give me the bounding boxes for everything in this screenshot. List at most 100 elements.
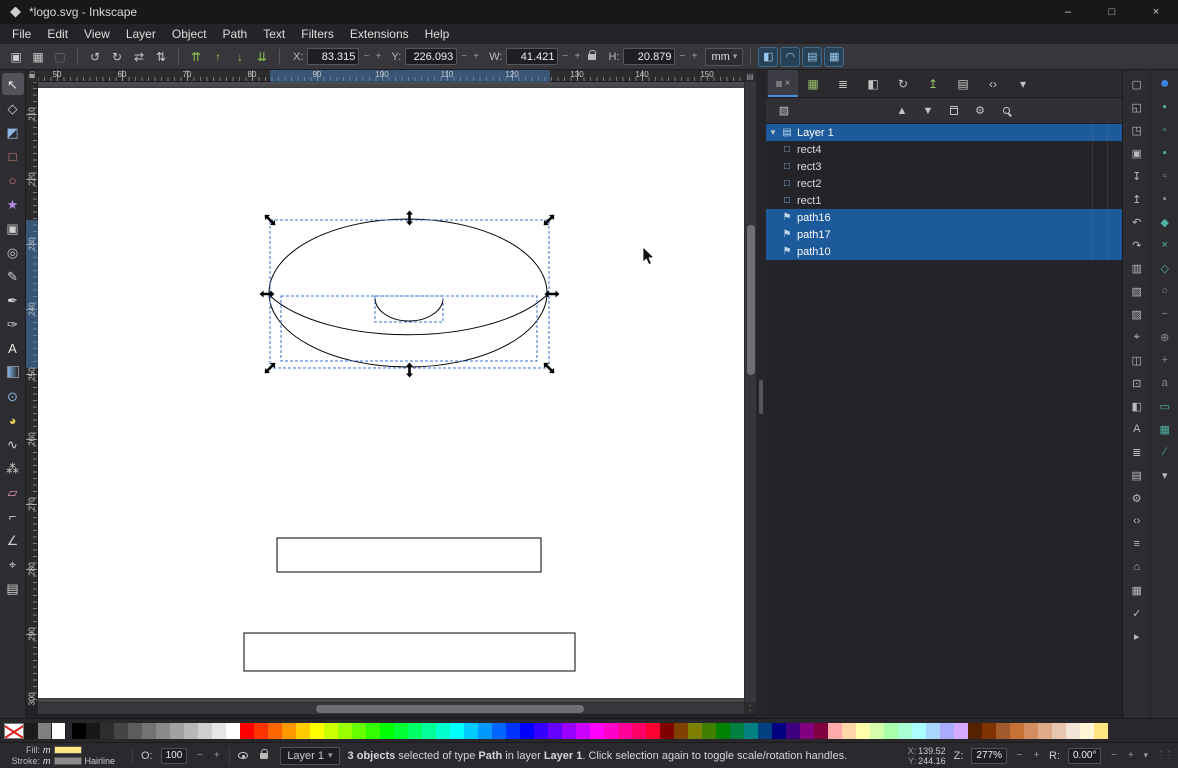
y-increment[interactable]: + bbox=[471, 51, 481, 62]
import[interactable]: ↧ bbox=[1127, 166, 1147, 186]
mouse-cursor[interactable] bbox=[642, 246, 655, 266]
object-bbox-0[interactable] bbox=[280, 295, 538, 362]
palette-color[interactable] bbox=[828, 722, 842, 739]
lock-cell[interactable] bbox=[1107, 226, 1122, 243]
canvas-viewport[interactable] bbox=[38, 82, 744, 702]
tab-export[interactable]: ↥ bbox=[918, 70, 948, 97]
palette-color[interactable] bbox=[184, 722, 198, 739]
raise-to-top[interactable]: ⇈ bbox=[186, 47, 206, 67]
tool-tweak[interactable]: ∿ bbox=[2, 433, 24, 455]
delete-item-button[interactable] bbox=[944, 101, 964, 121]
palette-color[interactable] bbox=[310, 722, 324, 739]
palette-color[interactable] bbox=[198, 722, 212, 739]
fill-stroke-dialog[interactable]: ◧ bbox=[1127, 396, 1147, 416]
select-all-layers[interactable]: ▦ bbox=[28, 47, 48, 67]
tab-xml-editor[interactable]: ‹› bbox=[978, 70, 1008, 97]
text-dialog[interactable]: A bbox=[1127, 419, 1147, 439]
export[interactable]: ↥ bbox=[1127, 189, 1147, 209]
menu-edit[interactable]: Edit bbox=[39, 25, 76, 43]
palette-color[interactable] bbox=[1066, 722, 1080, 739]
palette-color[interactable] bbox=[226, 722, 240, 739]
flip-vertical[interactable]: ⇅ bbox=[151, 47, 171, 67]
palette-color[interactable] bbox=[576, 722, 590, 739]
lock-cell[interactable] bbox=[1107, 158, 1122, 175]
visibility-cell[interactable] bbox=[1092, 141, 1107, 158]
snap-path-intersections[interactable]: × bbox=[1155, 235, 1175, 255]
tool-selector[interactable]: ↖ bbox=[1, 73, 24, 95]
objects-row-rect4[interactable]: □ rect4 bbox=[766, 141, 1122, 158]
tab-more[interactable]: ▾ bbox=[1008, 70, 1038, 97]
palette-color[interactable] bbox=[1052, 722, 1066, 739]
transform-patterns-toggle[interactable]: ▦ bbox=[824, 46, 845, 67]
tool-connector[interactable]: ⌐ bbox=[2, 505, 24, 527]
fill-stroke-indicator[interactable]: Fill: m Stroke: m Hairline bbox=[6, 745, 124, 766]
palette-color[interactable] bbox=[464, 722, 478, 739]
palette-color[interactable] bbox=[520, 722, 534, 739]
palette-color[interactable] bbox=[730, 722, 744, 739]
palette-color[interactable] bbox=[800, 722, 814, 739]
palette-swatch-lead-2[interactable] bbox=[52, 722, 66, 739]
palette-color[interactable] bbox=[940, 722, 954, 739]
close-tab-objects[interactable]: × bbox=[785, 78, 791, 89]
palette-color[interactable] bbox=[380, 722, 394, 739]
objects-row-path17[interactable]: ⚑ path17 bbox=[766, 226, 1122, 243]
snap-nodes[interactable]: ◆ bbox=[1155, 212, 1175, 232]
palette-color[interactable] bbox=[1010, 722, 1024, 739]
palette-color[interactable] bbox=[590, 722, 604, 739]
selection-handle[interactable] bbox=[259, 290, 275, 298]
palette-color[interactable] bbox=[702, 722, 716, 739]
palette-color[interactable] bbox=[926, 722, 940, 739]
expander-icon[interactable]: ▾ bbox=[766, 127, 780, 138]
palette-color[interactable] bbox=[912, 722, 926, 739]
snap-bbox-corners[interactable]: ▪ bbox=[1155, 143, 1175, 163]
group[interactable]: ◫ bbox=[1127, 350, 1147, 370]
layers-dialog[interactable]: ≡ bbox=[1127, 534, 1147, 554]
palette-color[interactable] bbox=[422, 722, 436, 739]
menu-extensions[interactable]: Extensions bbox=[342, 25, 417, 43]
tool-star[interactable]: ★ bbox=[2, 193, 24, 215]
logo-ellipse[interactable] bbox=[268, 218, 548, 368]
zoom-input[interactable]: 277% bbox=[971, 747, 1007, 764]
palette-color[interactable] bbox=[1038, 722, 1052, 739]
palette-color[interactable] bbox=[268, 722, 282, 739]
palette-color[interactable] bbox=[282, 722, 296, 739]
palette-color[interactable] bbox=[254, 722, 268, 739]
objects-row-rect2[interactable]: □ rect2 bbox=[766, 175, 1122, 192]
objects-row-path16[interactable]: ⚑ path16 bbox=[766, 209, 1122, 226]
ungroup[interactable]: ⊡ bbox=[1127, 373, 1147, 393]
document-save[interactable]: ◳ bbox=[1127, 120, 1147, 140]
tab-document-properties[interactable]: ▤ bbox=[948, 70, 978, 97]
palette-color[interactable] bbox=[632, 722, 646, 739]
menu-file[interactable]: File bbox=[4, 25, 39, 43]
palette-color[interactable] bbox=[492, 722, 506, 739]
menu-object[interactable]: Object bbox=[164, 25, 215, 43]
deselect[interactable]: ▢ bbox=[50, 47, 70, 67]
palette-color[interactable] bbox=[86, 722, 100, 739]
tool-shape-builder[interactable]: ◩ bbox=[2, 121, 24, 143]
transform-gradients-toggle[interactable]: ▤ bbox=[802, 46, 823, 67]
palette-color[interactable] bbox=[212, 722, 226, 739]
commands-overflow-chevron[interactable]: ▸ bbox=[1127, 626, 1147, 646]
dock-splitter[interactable] bbox=[756, 70, 766, 718]
palette-color[interactable] bbox=[114, 722, 128, 739]
tool-rectangle[interactable]: □ bbox=[2, 145, 24, 167]
x-increment[interactable]: + bbox=[373, 51, 383, 62]
paste[interactable]: ▧ bbox=[1127, 281, 1147, 301]
h-input[interactable]: 20.879 bbox=[623, 48, 676, 65]
rect-lower[interactable] bbox=[243, 632, 576, 672]
visibility-cell[interactable] bbox=[1092, 158, 1107, 175]
visibility-cell[interactable] bbox=[1092, 209, 1107, 226]
snap-page-border[interactable]: ▭ bbox=[1155, 396, 1175, 416]
palette-color[interactable] bbox=[884, 722, 898, 739]
palette-color[interactable] bbox=[548, 722, 562, 739]
minimize-button[interactable]: – bbox=[1046, 0, 1090, 24]
palette-color[interactable] bbox=[786, 722, 800, 739]
palette-color[interactable] bbox=[338, 722, 352, 739]
redo[interactable]: ↷ bbox=[1127, 235, 1147, 255]
palette-color[interactable] bbox=[534, 722, 548, 739]
opacity-decrement[interactable]: − bbox=[195, 750, 204, 761]
tab-objects[interactable]: ≡ × bbox=[768, 70, 798, 97]
tool-calligraphy[interactable]: ✑ bbox=[2, 313, 24, 335]
w-input[interactable]: 41.421 bbox=[506, 48, 559, 65]
tab-transform[interactable]: ↻ bbox=[888, 70, 918, 97]
